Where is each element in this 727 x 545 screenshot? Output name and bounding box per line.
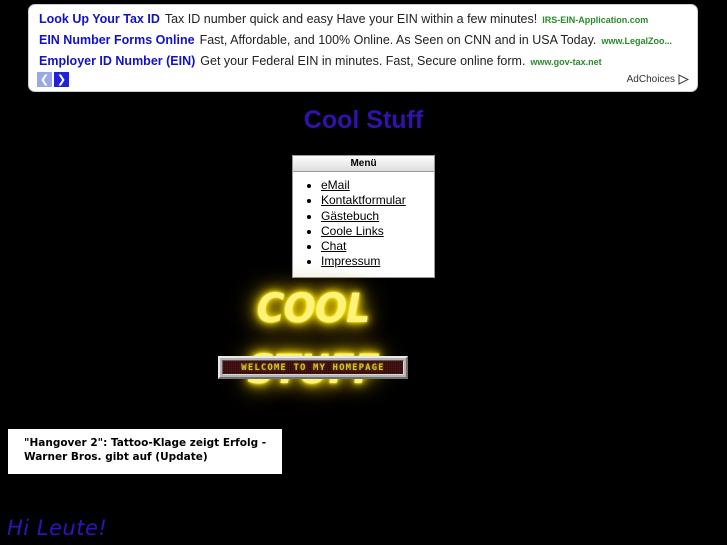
page-root: Look Up Your Tax ID Tax ID number quick … — [0, 0, 727, 545]
menu-link-chat[interactable]: Chat — [321, 239, 346, 253]
menu-box: Menü eMail Kontaktformular Gästebuch Coo… — [292, 155, 435, 278]
ad-row[interactable]: Look Up Your Tax ID Tax ID number quick … — [29, 12, 697, 33]
list-item: Chat — [321, 239, 434, 254]
list-item: eMail — [321, 178, 434, 193]
chevron-right-icon[interactable]: ❯ — [54, 71, 69, 87]
menu-link-email[interactable]: eMail — [321, 178, 350, 192]
menu-link-gaestebuch[interactable]: Gästebuch — [321, 209, 379, 223]
welcome-banner: WELCOME TO MY HOMEPAGE — [218, 356, 408, 379]
ad-description: Fast, Affordable, and 100% Online. As Se… — [199, 33, 597, 47]
ad-description: Get your Federal EIN in minutes. Fast, S… — [200, 54, 526, 68]
ad-url[interactable]: IRS-EIN-Application.com — [542, 15, 648, 25]
menu-link-kontaktformular[interactable]: Kontaktformular — [321, 193, 406, 207]
neon-logo-text: COOL STUFF — [247, 285, 379, 392]
list-item: Gästebuch — [321, 209, 434, 224]
menu-list: eMail Kontaktformular Gästebuch Coole Li… — [293, 172, 434, 277]
ad-url[interactable]: www.gov-tax.net — [530, 57, 601, 67]
list-item: Impressum — [321, 254, 434, 269]
news-ticker-box[interactable]: "Hangover 2": Tattoo-Klage zeigt Erfolg … — [8, 429, 282, 474]
neon-logo-image: COOL STUFF — [213, 281, 413, 392]
ad-footer: ❮ ❯ AdChoices — [29, 69, 697, 89]
adchoices-button[interactable]: AdChoices — [627, 74, 689, 85]
welcome-banner-text: WELCOME TO MY HOMEPAGE — [241, 362, 385, 373]
chevron-left-icon[interactable]: ❮ — [37, 71, 52, 87]
adchoices-label: AdChoices — [626, 73, 675, 85]
led-matrix-display: WELCOME TO MY HOMEPAGE — [222, 360, 404, 375]
ad-title[interactable]: EIN Number Forms Online — [39, 33, 195, 47]
list-item: Kontaktformular — [321, 193, 434, 208]
news-headline[interactable]: "Hangover 2": Tattoo-Klage zeigt Erfolg … — [24, 436, 272, 464]
list-item: Coole Links — [321, 224, 434, 239]
ad-description: Tax ID number quick and easy Have your E… — [164, 12, 538, 26]
greeting-text: Hi Leute! — [7, 516, 108, 540]
ad-pagination: ❮ ❯ — [37, 71, 69, 87]
menu-header: Menü — [293, 156, 434, 172]
advertisement-block: Look Up Your Tax ID Tax ID number quick … — [28, 4, 698, 92]
ad-title[interactable]: Look Up Your Tax ID — [39, 12, 160, 26]
ad-row[interactable]: EIN Number Forms Online Fast, Affordable… — [29, 33, 697, 54]
page-title: Cool Stuff — [303, 106, 424, 134]
adchoices-triangle-icon — [678, 73, 689, 85]
ad-url[interactable]: www.LegalZoo... — [601, 36, 672, 46]
menu-link-coole-links[interactable]: Coole Links — [321, 224, 384, 238]
ad-title[interactable]: Employer ID Number (EIN) — [39, 54, 195, 68]
menu-link-impressum[interactable]: Impressum — [321, 254, 380, 268]
